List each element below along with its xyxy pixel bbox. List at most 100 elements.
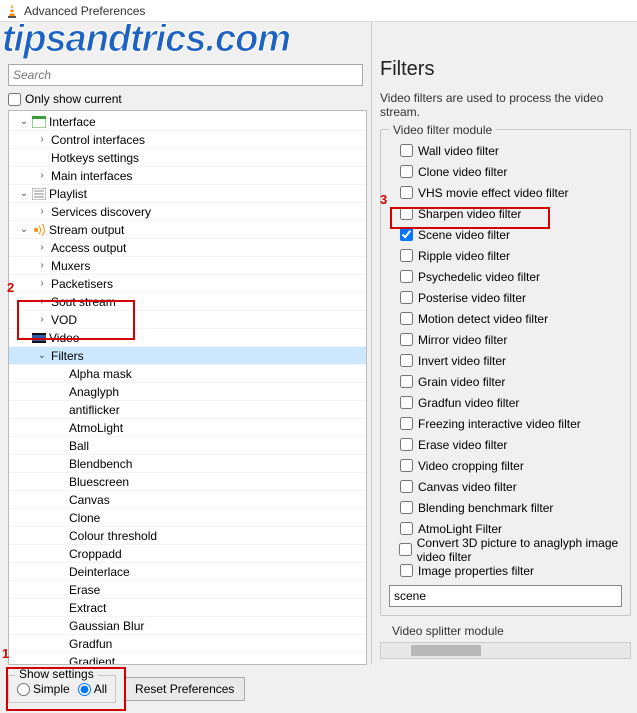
tree-item-gaussian-blur[interactable]: Gaussian Blur: [9, 617, 366, 635]
filter-video-cropping-filter[interactable]: Video cropping filter: [389, 455, 622, 476]
chevron-down-icon[interactable]: ⌄: [35, 347, 49, 365]
filter-checkbox[interactable]: [400, 522, 413, 535]
chevron-right-icon[interactable]: ›: [35, 131, 49, 149]
filter-checkbox[interactable]: [400, 228, 413, 241]
chevron-right-icon[interactable]: ›: [35, 293, 49, 311]
tree-item-interface[interactable]: ⌄Interface: [9, 113, 366, 131]
chevron-right-icon[interactable]: ›: [35, 257, 49, 275]
chevron-right-icon[interactable]: ›: [35, 311, 49, 329]
chevron-right-icon[interactable]: ›: [35, 275, 49, 293]
filter-checkbox[interactable]: [400, 144, 413, 157]
tree-item-blendbench[interactable]: Blendbench: [9, 455, 366, 473]
filter-checkbox[interactable]: [400, 354, 413, 367]
tree-item-video[interactable]: ⌄Video: [9, 329, 366, 347]
tree-item-hotkeys-settings[interactable]: Hotkeys settings: [9, 149, 366, 167]
chevron-down-icon[interactable]: ⌄: [17, 329, 31, 347]
tree-item-access-output[interactable]: ›Access output: [9, 239, 366, 257]
tree-item-erase[interactable]: Erase: [9, 581, 366, 599]
chevron-right-icon[interactable]: ›: [35, 239, 49, 257]
filter-label: Scene video filter: [418, 228, 510, 242]
filter-checkbox[interactable]: [400, 564, 413, 577]
filter-clone-video-filter[interactable]: Clone video filter: [389, 161, 622, 182]
filter-checkbox[interactable]: [400, 270, 413, 283]
filter-mirror-video-filter[interactable]: Mirror video filter: [389, 329, 622, 350]
chevron-right-icon[interactable]: ›: [35, 203, 49, 221]
tree-item-atmolight[interactable]: AtmoLight: [9, 419, 366, 437]
filter-erase-video-filter[interactable]: Erase video filter: [389, 434, 622, 455]
tree-item-croppadd[interactable]: Croppadd: [9, 545, 366, 563]
tree-item-packetisers[interactable]: ›Packetisers: [9, 275, 366, 293]
tree-item-canvas[interactable]: Canvas: [9, 491, 366, 509]
filter-freezing-interactive-video-filter[interactable]: Freezing interactive video filter: [389, 413, 622, 434]
filter-checkbox[interactable]: [400, 207, 413, 220]
tree-item-muxers[interactable]: ›Muxers: [9, 257, 366, 275]
radio-simple[interactable]: Simple: [17, 682, 70, 696]
filter-psychedelic-video-filter[interactable]: Psychedelic video filter: [389, 266, 622, 287]
tree-item-playlist[interactable]: ⌄ Playlist: [9, 185, 366, 203]
filter-scene-video-filter[interactable]: Scene video filter: [389, 224, 622, 245]
horizontal-scrollbar[interactable]: [380, 642, 631, 659]
tree-item-bluescreen[interactable]: Bluescreen: [9, 473, 366, 491]
tree-item-gradfun[interactable]: Gradfun: [9, 635, 366, 653]
tree-item-extract[interactable]: Extract: [9, 599, 366, 617]
filter-checkbox[interactable]: [400, 312, 413, 325]
filter-checkbox[interactable]: [400, 249, 413, 262]
filter-checkbox[interactable]: [400, 396, 413, 409]
only-show-current[interactable]: Only show current: [8, 92, 363, 106]
filter-label: Video cropping filter: [418, 459, 524, 473]
filter-ripple-video-filter[interactable]: Ripple video filter: [389, 245, 622, 266]
filter-sharpen-video-filter[interactable]: Sharpen video filter: [389, 203, 622, 224]
scrollbar-thumb[interactable]: [411, 645, 481, 656]
tree-item-gradient[interactable]: Gradient: [9, 653, 366, 665]
filter-canvas-video-filter[interactable]: Canvas video filter: [389, 476, 622, 497]
filter-checkbox[interactable]: [400, 333, 413, 346]
tree-item-services-discovery[interactable]: ›Services discovery: [9, 203, 366, 221]
tree-item-anaglyph[interactable]: Anaglyph: [9, 383, 366, 401]
tree-item-control-interfaces[interactable]: ›Control interfaces: [9, 131, 366, 149]
tree-item-antiflicker[interactable]: antiflicker: [9, 401, 366, 419]
filter-checkbox[interactable]: [400, 480, 413, 493]
chevron-down-icon[interactable]: ⌄: [17, 113, 31, 131]
radio-all[interactable]: All: [78, 682, 107, 696]
filter-vhs-movie-effect-video-filter[interactable]: VHS movie effect video filter: [389, 182, 622, 203]
filter-checkbox[interactable]: [400, 186, 413, 199]
tree-item-sout-stream[interactable]: ›Sout stream: [9, 293, 366, 311]
filter-checkbox[interactable]: [400, 165, 413, 178]
chevron-down-icon[interactable]: ⌄: [17, 221, 31, 239]
radio-all-input[interactable]: [78, 683, 91, 696]
filter-checkbox[interactable]: [400, 501, 413, 514]
filter-checkbox[interactable]: [400, 291, 413, 304]
filter-checkbox[interactable]: [400, 459, 413, 472]
tree-item-main-interfaces[interactable]: ›Main interfaces: [9, 167, 366, 185]
stream-icon: [31, 223, 47, 237]
filter-checkbox[interactable]: [400, 438, 413, 451]
tree-item-colour-threshold[interactable]: Colour threshold: [9, 527, 366, 545]
tree-item-deinterlace[interactable]: Deinterlace: [9, 563, 366, 581]
filter-motion-detect-video-filter[interactable]: Motion detect video filter: [389, 308, 622, 329]
tree-item-ball[interactable]: Ball: [9, 437, 366, 455]
tree-item-stream-output[interactable]: ⌄Stream output: [9, 221, 366, 239]
filter-checkbox[interactable]: [399, 543, 412, 556]
filter-gradfun-video-filter[interactable]: Gradfun video filter: [389, 392, 622, 413]
filter-wall-video-filter[interactable]: Wall video filter: [389, 140, 622, 161]
tree-item-alpha-mask[interactable]: Alpha mask: [9, 365, 366, 383]
filter-grain-video-filter[interactable]: Grain video filter: [389, 371, 622, 392]
chevron-right-icon[interactable]: ›: [35, 167, 49, 185]
tree-view[interactable]: ⌄Interface›Control interfacesHotkeys set…: [8, 110, 367, 665]
filter-invert-video-filter[interactable]: Invert video filter: [389, 350, 622, 371]
chevron-down-icon[interactable]: ⌄: [17, 185, 31, 203]
filter-value-input[interactable]: [389, 585, 622, 607]
filter-blending-benchmark-filter[interactable]: Blending benchmark filter: [389, 497, 622, 518]
tree-item-vod[interactable]: ›VOD: [9, 311, 366, 329]
filter-checkbox[interactable]: [400, 375, 413, 388]
filter-checkbox[interactable]: [400, 417, 413, 430]
tree-item-clone[interactable]: Clone: [9, 509, 366, 527]
reset-preferences-button[interactable]: Reset Preferences: [124, 677, 245, 701]
tree-item-filters[interactable]: ⌄Filters: [9, 347, 366, 365]
filter-posterise-video-filter[interactable]: Posterise video filter: [389, 287, 622, 308]
tree-item-label: Playlist: [47, 185, 87, 203]
only-show-current-checkbox[interactable]: [8, 93, 21, 106]
radio-simple-input[interactable]: [17, 683, 30, 696]
filter-convert-3d-picture-to-anaglyph-image-video-filter[interactable]: Convert 3D picture to anaglyph image vid…: [389, 539, 622, 560]
search-input[interactable]: [8, 64, 363, 86]
